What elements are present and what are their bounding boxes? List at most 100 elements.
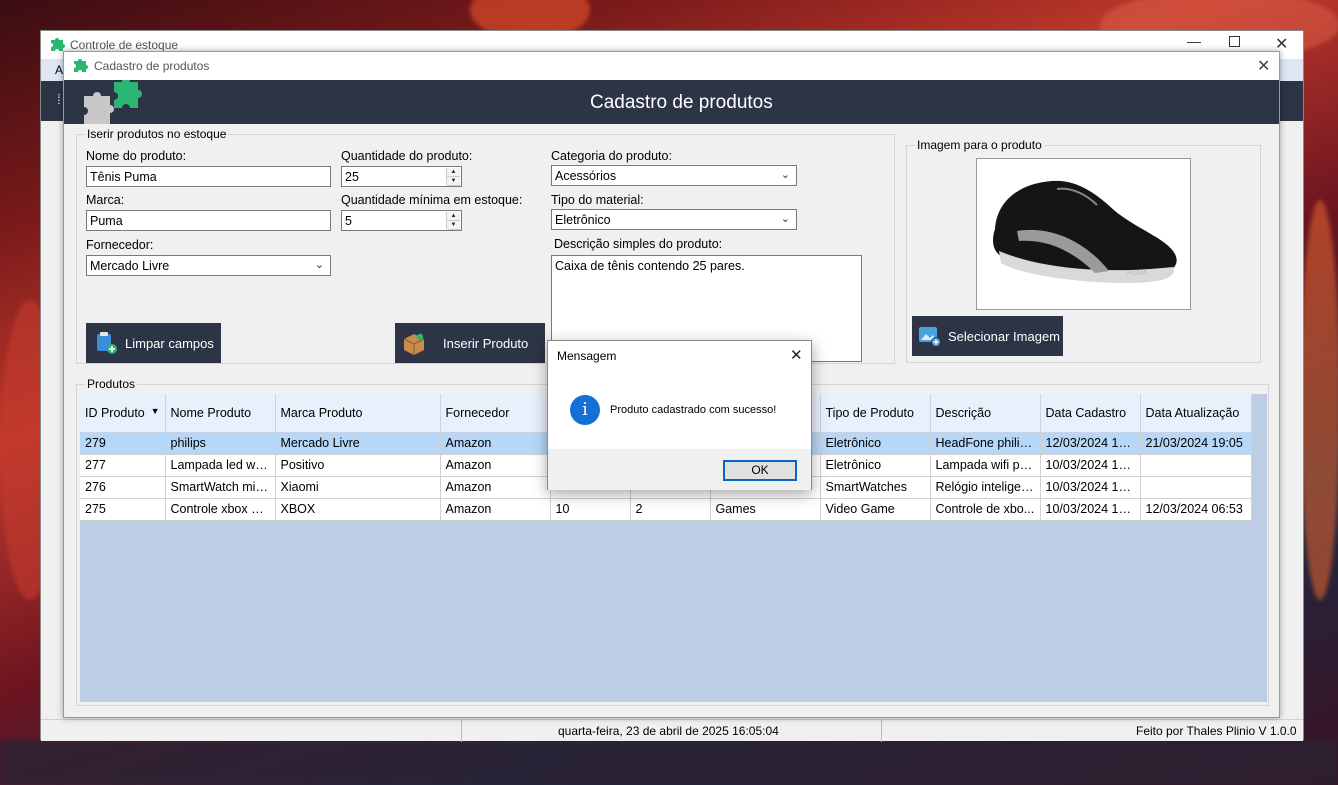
message-dialog-title: Mensagem	[557, 349, 617, 363]
maximize-icon[interactable]	[1229, 36, 1240, 47]
table-cell[interactable]: Video Game	[820, 498, 931, 521]
inserir-produto-button[interactable]: Inserir Produto	[395, 323, 545, 363]
table-cell[interactable]: Eletrônico	[820, 432, 931, 455]
spin-up-icon[interactable]: ▲	[447, 212, 460, 221]
status-bar: quarta-feira, 23 de abril de 2025 16:05:…	[41, 719, 1303, 742]
table-cell[interactable]: 10	[550, 498, 631, 521]
table-cell[interactable]: philips	[165, 432, 276, 455]
quantidade-value: 25	[345, 170, 359, 184]
image-add-icon	[918, 324, 942, 348]
table-cell[interactable]: Positivo	[275, 454, 441, 477]
table-cell[interactable]: 276	[80, 476, 166, 499]
table-cell[interactable]: Xiaomi	[275, 476, 441, 499]
table-cell[interactable]: Relógio inteligen...	[930, 476, 1041, 499]
table-cell[interactable]: 10/03/2024 18:09	[1040, 498, 1141, 521]
info-icon: i	[570, 395, 600, 425]
table-cell[interactable]: Lampada wifi po...	[930, 454, 1041, 477]
produtos-group-title: Produtos	[85, 377, 138, 391]
insert-group-title: Iserir produtos no estoque	[85, 127, 229, 141]
inserir-produto-label: Inserir Produto	[443, 335, 529, 351]
table-cell[interactable]: 10/03/2024 19:02	[1040, 454, 1141, 477]
column-header[interactable]: Descrição	[930, 394, 1041, 433]
table-cell[interactable]: Amazon	[440, 498, 551, 521]
table-cell[interactable]: 12/03/2024 19:06	[1040, 432, 1141, 455]
qtd-min-label: Quantidade mínima em estoque:	[341, 193, 523, 207]
table-cell[interactable]: Games	[710, 498, 821, 521]
table-cell[interactable]: 277	[80, 454, 166, 477]
wallpaper-glow	[1300, 200, 1338, 600]
cadastro-window-title: Cadastro de produtos	[94, 59, 210, 73]
material-select[interactable]: Eletrônico ⌄	[551, 209, 797, 230]
chevron-down-icon: ⌄	[780, 213, 790, 225]
imagem-group-title: Imagem para o produto	[915, 138, 1044, 152]
table-cell[interactable]: Mercado Livre	[275, 432, 441, 455]
header-dots: ⁞	[57, 91, 61, 107]
close-icon[interactable]: ✕	[1257, 56, 1270, 76]
table-cell[interactable]: Controle xbox se...	[165, 498, 276, 521]
column-header[interactable]: Nome Produto	[165, 394, 276, 433]
status-credit: Feito por Thales Plinio V 1.0.0	[1136, 724, 1297, 738]
table-cell[interactable]: Amazon	[440, 432, 551, 455]
selecionar-imagem-button[interactable]: Selecionar Imagem	[912, 316, 1063, 356]
column-header[interactable]: Fornecedor	[440, 394, 551, 433]
column-header[interactable]: ID Produto ▼	[80, 394, 166, 433]
table-cell[interactable]	[1140, 476, 1252, 499]
clipboard-add-icon	[94, 331, 118, 355]
status-separator	[881, 720, 882, 742]
table-cell[interactable]: SmartWatch mib...	[165, 476, 276, 499]
svg-text:PUMA: PUMA	[1127, 270, 1148, 277]
qtd-min-value: 5	[345, 214, 352, 228]
table-cell[interactable]: Amazon	[440, 476, 551, 499]
table-cell[interactable]: 279	[80, 432, 166, 455]
table-cell[interactable]: 275	[80, 498, 166, 521]
limpar-campos-button[interactable]: Limpar campos	[86, 323, 221, 363]
puzzle-icon	[72, 57, 88, 73]
fornecedor-select[interactable]: Mercado Livre ⌄	[86, 255, 331, 276]
table-row[interactable]: 275 Controle xbox se... XBOX Amazon 10 2…	[80, 498, 1252, 521]
close-icon[interactable]: ✕	[790, 346, 803, 364]
table-cell[interactable]: 21/03/2024 19:05	[1140, 432, 1252, 455]
spin-up-icon[interactable]: ▲	[447, 168, 460, 177]
puzzle-logo-icon	[80, 78, 150, 124]
table-cell[interactable]: Amazon	[440, 454, 551, 477]
column-header[interactable]: Marca Produto	[275, 394, 441, 433]
table-cell[interactable]: Eletrônico	[820, 454, 931, 477]
table-cell[interactable]: Lampada led wif...	[165, 454, 276, 477]
table-cell[interactable]: 2	[630, 498, 711, 521]
table-cell[interactable]: Controle de xbo...	[930, 498, 1041, 521]
table-cell[interactable]: 10/03/2024 18:16	[1040, 476, 1141, 499]
categoria-label: Categoria do produto:	[551, 149, 672, 163]
table-cell[interactable]: SmartWatches	[820, 476, 931, 499]
qtd-min-stepper[interactable]: 5 ▲ ▼	[341, 210, 462, 231]
chevron-down-icon: ⌄	[780, 169, 790, 181]
column-header[interactable]: Tipo de Produto	[820, 394, 931, 433]
spin-down-icon[interactable]: ▼	[447, 221, 460, 230]
chevron-down-icon: ⌄	[314, 259, 324, 271]
ok-button[interactable]: OK	[723, 460, 797, 481]
nome-input[interactable]: Tênis Puma	[86, 166, 331, 187]
minimize-icon[interactable]: —	[1187, 33, 1201, 49]
cadastro-header: Cadastro de produtos	[64, 78, 1279, 124]
material-label: Tipo do material:	[551, 193, 644, 207]
quantidade-stepper[interactable]: 25 ▲ ▼	[341, 166, 462, 187]
categoria-select[interactable]: Acessórios ⌄	[551, 165, 797, 186]
marca-input[interactable]: Puma	[86, 210, 331, 231]
column-header[interactable]: Data Cadastro	[1040, 394, 1141, 433]
table-cell[interactable]: 12/03/2024 06:53	[1140, 498, 1252, 521]
quantidade-label: Quantidade do produto:	[341, 149, 473, 163]
column-header[interactable]: Data Atualização	[1140, 394, 1252, 433]
fornecedor-value: Mercado Livre	[90, 259, 170, 273]
puzzle-icon	[49, 36, 65, 52]
spin-down-icon[interactable]: ▼	[447, 177, 460, 186]
spin-buttons[interactable]: ▲ ▼	[446, 168, 460, 186]
message-text: Produto cadastrado com sucesso!	[610, 404, 777, 416]
message-dialog: Mensagem ✕ i Produto cadastrado com suce…	[547, 340, 812, 490]
selecionar-imagem-label: Selecionar Imagem	[948, 328, 1060, 344]
spin-buttons[interactable]: ▲ ▼	[446, 212, 460, 230]
cadastro-header-title: Cadastro de produtos	[590, 92, 773, 113]
menu-item-first[interactable]: A	[55, 63, 63, 77]
table-cell[interactable]	[1140, 454, 1252, 477]
material-value: Eletrônico	[555, 213, 611, 227]
table-cell[interactable]: HeadFone philip...	[930, 432, 1041, 455]
table-cell[interactable]: XBOX	[275, 498, 441, 521]
